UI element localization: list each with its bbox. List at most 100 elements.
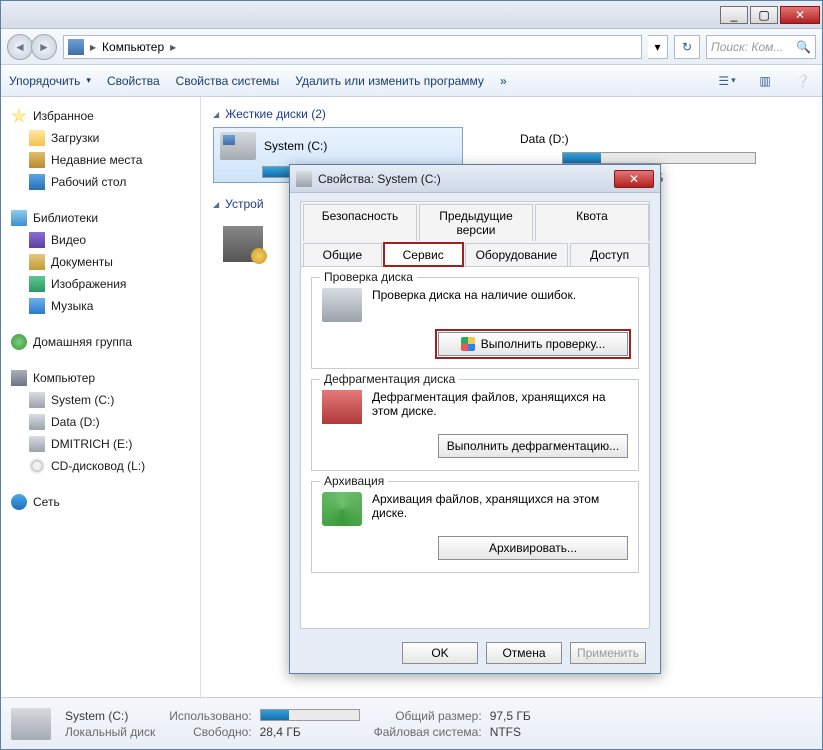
defrag-text: Дефрагментация файлов, хранящихся на это… xyxy=(372,390,628,418)
drive-icon xyxy=(29,392,45,408)
sidebar-network[interactable]: Сеть xyxy=(5,491,196,513)
preview-pane-button[interactable]: ▥ xyxy=(754,71,776,91)
sidebar-desktop[interactable]: Рабочий стол xyxy=(5,171,196,193)
drive-icon xyxy=(220,132,256,160)
computer-icon xyxy=(11,370,27,386)
sidebar-downloads[interactable]: Загрузки xyxy=(5,127,196,149)
backup-icon xyxy=(322,492,362,526)
toolbar-overflow[interactable]: » xyxy=(500,74,507,88)
video-icon xyxy=(29,232,45,248)
status-total-label: Общий размер: xyxy=(374,709,482,723)
recent-icon xyxy=(29,152,45,168)
folder-icon xyxy=(29,130,45,146)
check-now-button[interactable]: Выполнить проверку... xyxy=(438,332,628,356)
status-usage-bar xyxy=(260,709,360,721)
backup-now-button[interactable]: Архивировать... xyxy=(438,536,628,560)
chevron-right-icon: ▸ xyxy=(90,40,96,54)
tab-quota[interactable]: Квота xyxy=(535,204,649,241)
sidebar-music[interactable]: Музыка xyxy=(5,295,196,317)
tab-tools[interactable]: Сервис xyxy=(384,243,463,266)
uninstall-program-button[interactable]: Удалить или изменить программу xyxy=(295,74,484,88)
status-used-label: Использовано: xyxy=(169,709,251,723)
network-icon xyxy=(11,494,27,510)
sidebar-pictures[interactable]: Изображения xyxy=(5,273,196,295)
group-defrag: Дефрагментация диска Дефрагментация файл… xyxy=(311,379,639,471)
sidebar-documents[interactable]: Документы xyxy=(5,251,196,273)
shield-icon xyxy=(461,337,475,351)
tab-hardware[interactable]: Оборудование xyxy=(465,243,569,266)
breadcrumb-computer[interactable]: Компьютер xyxy=(102,40,164,54)
group-backup: Архивация Архивация файлов, хранящихся н… xyxy=(311,481,639,573)
homegroup-icon xyxy=(11,334,27,350)
status-fs-label: Файловая система: xyxy=(374,725,482,739)
sidebar-drive-c[interactable]: System (C:) xyxy=(5,389,196,411)
sidebar-recent[interactable]: Недавние места xyxy=(5,149,196,171)
sidebar-drive-l[interactable]: CD-дисковод (L:) xyxy=(5,455,196,477)
device-tile[interactable] xyxy=(213,217,273,271)
address-bar[interactable]: ▸ Компьютер ▸ xyxy=(63,35,642,59)
sidebar-drive-d[interactable]: Data (D:) xyxy=(5,411,196,433)
tab-strip: Безопасность Предыдущие версии Квота Общ… xyxy=(301,202,649,267)
sidebar-video[interactable]: Видео xyxy=(5,229,196,251)
status-free-value: 28,4 ГБ xyxy=(260,725,360,739)
tab-general[interactable]: Общие xyxy=(303,243,382,266)
tab-security[interactable]: Безопасность xyxy=(303,204,417,241)
drive-icon xyxy=(29,436,45,452)
desktop-icon xyxy=(29,174,45,190)
drive-icon xyxy=(296,171,312,187)
properties-dialog: Свойства: System (C:) ✕ Безопасность Пре… xyxy=(289,164,661,674)
minimize-button[interactable]: _ xyxy=(720,6,748,24)
disc-icon xyxy=(29,458,45,474)
dialog-title-bar[interactable]: Свойства: System (C:) ✕ xyxy=(290,165,660,193)
status-free-label: Свободно: xyxy=(169,725,251,739)
search-input[interactable]: Поиск: Ком... 🔍 xyxy=(706,35,816,59)
drive-icon xyxy=(11,708,51,740)
sidebar-drive-e[interactable]: DMITRICH (E:) xyxy=(5,433,196,455)
system-properties-button[interactable]: Свойства системы xyxy=(176,74,280,88)
sidebar-computer[interactable]: Компьютер xyxy=(5,367,196,389)
details-pane: System (C:) Локальный диск Использовано:… xyxy=(1,697,822,749)
disk-check-icon xyxy=(322,288,362,322)
help-button[interactable]: ❔ xyxy=(792,71,814,91)
navigation-pane: Избранное Загрузки Недавние места Рабочи… xyxy=(1,97,201,697)
music-icon xyxy=(29,298,45,314)
backup-text: Архивация файлов, хранящихся на этом дис… xyxy=(372,492,628,520)
star-icon xyxy=(11,108,27,124)
category-hard-drives[interactable]: Жесткие диски (2) xyxy=(213,107,816,121)
close-button[interactable]: ✕ xyxy=(780,6,820,24)
defrag-icon xyxy=(322,390,362,424)
defrag-now-button[interactable]: Выполнить дефрагментацию... xyxy=(438,434,628,458)
group-check-disk: Проверка диска Проверка диска на наличие… xyxy=(311,277,639,369)
device-icon xyxy=(223,226,263,262)
nav-forward-button[interactable]: ► xyxy=(31,34,57,60)
drive-icon xyxy=(29,414,45,430)
library-icon xyxy=(11,210,27,226)
status-fs-value: NTFS xyxy=(490,725,531,739)
refresh-button[interactable]: ↻ xyxy=(674,35,700,59)
command-bar: Упорядочить Свойства Свойства системы Уд… xyxy=(1,65,822,97)
tab-sharing[interactable]: Доступ xyxy=(570,243,649,266)
status-total-value: 97,5 ГБ xyxy=(490,709,531,723)
drive-usage-bar xyxy=(562,152,756,164)
computer-icon xyxy=(68,39,84,55)
sidebar-libraries[interactable]: Библиотеки xyxy=(5,207,196,229)
dialog-title: Свойства: System (C:) xyxy=(318,172,608,186)
dialog-close-button[interactable]: ✕ xyxy=(614,170,654,188)
status-name: System (C:) xyxy=(65,709,155,723)
sidebar-favorites[interactable]: Избранное xyxy=(5,105,196,127)
cancel-button[interactable]: Отмена xyxy=(486,642,562,664)
properties-button[interactable]: Свойства xyxy=(107,74,160,88)
title-bar: _ ▢ ✕ xyxy=(1,1,822,29)
tab-previous-versions[interactable]: Предыдущие версии xyxy=(419,204,533,241)
nav-back-button[interactable]: ◄ xyxy=(7,34,33,60)
organize-menu[interactable]: Упорядочить xyxy=(9,74,91,88)
chevron-right-icon: ▸ xyxy=(170,40,176,54)
ok-button[interactable]: OK xyxy=(402,642,478,664)
view-options-button[interactable]: ☰ xyxy=(716,71,738,91)
address-history-button[interactable]: ▾ xyxy=(648,35,668,59)
sidebar-homegroup[interactable]: Домашняя группа xyxy=(5,331,196,353)
apply-button[interactable]: Применить xyxy=(570,642,646,664)
maximize-button[interactable]: ▢ xyxy=(750,6,778,24)
document-icon xyxy=(29,254,45,270)
status-type: Локальный диск xyxy=(65,725,155,739)
